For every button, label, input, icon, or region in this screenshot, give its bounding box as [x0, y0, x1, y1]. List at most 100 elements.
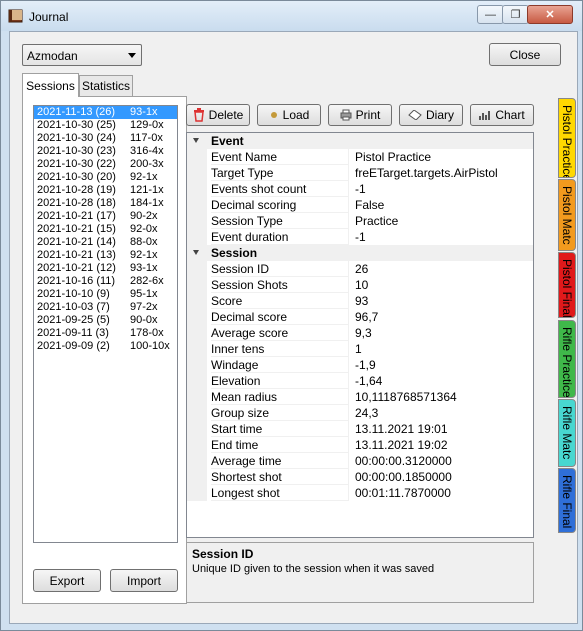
property-value[interactable]: freETarget.targets.AirPistol: [355, 165, 498, 181]
property-grid[interactable]: Event Event Name Pistol Practice Target Typ…: [186, 132, 534, 538]
property-value[interactable]: 96,7: [355, 309, 378, 325]
side-tab-label: Pistol Final: [560, 259, 574, 318]
player-select[interactable]: Azmodan: [22, 44, 142, 66]
property-row[interactable]: Session ID 26: [187, 261, 533, 277]
side-tab[interactable]: Pistol Final: [558, 252, 576, 318]
side-tab[interactable]: Rifle Matc: [558, 399, 576, 467]
session-list-item[interactable]: 2021-10-21 (15) 92-0x: [34, 223, 177, 236]
window-close-button[interactable]: ✕: [527, 5, 573, 24]
property-value[interactable]: -1,9: [355, 357, 376, 373]
property-value[interactable]: 10: [355, 277, 368, 293]
property-row[interactable]: Session Type Practice: [187, 213, 533, 229]
property-value[interactable]: 13.11.2021 19:02: [355, 437, 448, 453]
property-name: End time: [211, 437, 349, 453]
close-icon: ✕: [545, 9, 555, 21]
session-list-item[interactable]: 2021-10-28 (19) 121-1x: [34, 184, 177, 197]
property-row[interactable]: Decimal scoring False: [187, 197, 533, 213]
property-value[interactable]: -1: [355, 181, 366, 197]
property-row[interactable]: Events shot count -1: [187, 181, 533, 197]
property-value[interactable]: 26: [355, 261, 368, 277]
property-value[interactable]: 24,3: [355, 405, 378, 421]
session-list-item[interactable]: 2021-10-16 (11) 282-6x: [34, 275, 177, 288]
session-list[interactable]: 2021-11-13 (26) 93-1x 2021-10-30 (25) 129-0…: [33, 105, 178, 543]
session-list-item[interactable]: 2021-09-25 (5) 90-0x: [34, 314, 177, 327]
property-row[interactable]: Decimal score 96,7: [187, 309, 533, 325]
property-value[interactable]: 00:00:00.1850000: [355, 469, 452, 485]
session-list-item[interactable]: 2021-10-28 (18) 184-1x: [34, 197, 177, 210]
session-list-item[interactable]: 2021-10-03 (7) 97-2x: [34, 301, 177, 314]
tab-statistics[interactable]: Statistics: [79, 75, 133, 96]
property-gutter: [187, 197, 207, 213]
session-list-item[interactable]: 2021-10-30 (24) 117-0x: [34, 132, 177, 145]
diary-button[interactable]: Diary: [399, 104, 463, 126]
category-session[interactable]: Session: [187, 245, 533, 261]
property-row[interactable]: Average score 9,3: [187, 325, 533, 341]
property-row[interactable]: Windage -1,9: [187, 357, 533, 373]
session-list-item[interactable]: 2021-10-30 (20) 92-1x: [34, 171, 177, 184]
property-row[interactable]: End time 13.11.2021 19:02: [187, 437, 533, 453]
property-gutter: [187, 229, 207, 245]
tab-sessions[interactable]: Sessions: [22, 73, 79, 97]
chart-button[interactable]: Chart: [470, 104, 534, 126]
session-list-item[interactable]: 2021-10-21 (13) 92-1x: [34, 249, 177, 262]
session-list-item[interactable]: 2021-10-30 (23) 316-4x: [34, 145, 177, 158]
minimize-button[interactable]: —: [477, 5, 504, 24]
session-list-item[interactable]: 2021-09-09 (2) 100-10x: [34, 340, 177, 353]
session-list-item[interactable]: 2021-09-11 (3) 178-0x: [34, 327, 177, 340]
title-bar[interactable]: Journal — ❐ ✕: [1, 1, 582, 31]
property-value[interactable]: 00:00:00.3120000: [355, 453, 452, 469]
session-date: 2021-10-28 (18): [37, 197, 116, 209]
property-row[interactable]: Mean radius 10,1118768571364: [187, 389, 533, 405]
property-row[interactable]: Longest shot 00:01:11.7870000: [187, 485, 533, 501]
session-list-item[interactable]: 2021-10-21 (14) 88-0x: [34, 236, 177, 249]
session-list-item[interactable]: 2021-11-13 (26) 93-1x: [34, 106, 177, 119]
property-value[interactable]: -1: [355, 229, 366, 245]
property-row[interactable]: Event Name Pistol Practice: [187, 149, 533, 165]
import-button[interactable]: Import: [110, 569, 178, 592]
property-value[interactable]: 93: [355, 293, 368, 309]
export-button[interactable]: Export: [33, 569, 101, 592]
close-button[interactable]: Close: [489, 43, 561, 66]
property-row[interactable]: Score 93: [187, 293, 533, 309]
load-button[interactable]: Load: [257, 104, 321, 126]
property-value[interactable]: Practice: [355, 213, 398, 229]
property-row[interactable]: Elevation -1,64: [187, 373, 533, 389]
side-tab[interactable]: Pistol Matc: [558, 179, 576, 251]
property-value[interactable]: 1: [355, 341, 362, 357]
property-row[interactable]: Inner tens 1: [187, 341, 533, 357]
session-list-item[interactable]: 2021-10-21 (12) 93-1x: [34, 262, 177, 275]
session-list-item[interactable]: 2021-10-30 (25) 129-0x: [34, 119, 177, 132]
delete-button[interactable]: Delete: [186, 104, 250, 126]
property-value[interactable]: 9,3: [355, 325, 372, 341]
maximize-button[interactable]: ❐: [502, 5, 529, 24]
property-gutter: [187, 277, 207, 293]
property-row[interactable]: Start time 13.11.2021 19:01: [187, 421, 533, 437]
property-row[interactable]: Group size 24,3: [187, 405, 533, 421]
property-gutter: [187, 309, 207, 325]
property-value[interactable]: Pistol Practice: [355, 149, 431, 165]
side-tab[interactable]: Pistol Practice: [558, 98, 576, 178]
property-value[interactable]: False: [355, 197, 384, 213]
help-text: Unique ID given to the session when it w…: [192, 563, 435, 575]
session-date: 2021-10-21 (14): [37, 236, 116, 248]
property-row[interactable]: Shortest shot 00:00:00.1850000: [187, 469, 533, 485]
property-row[interactable]: Event duration -1: [187, 229, 533, 245]
property-value[interactable]: 00:01:11.7870000: [355, 485, 451, 501]
property-value[interactable]: 13.11.2021 19:01: [355, 421, 448, 437]
property-row[interactable]: Average time 00:00:00.3120000: [187, 453, 533, 469]
property-value[interactable]: 10,1118768571364: [355, 389, 457, 405]
category-event[interactable]: Event: [187, 133, 533, 149]
collapse-arrow-icon[interactable]: [193, 250, 199, 255]
collapse-arrow-icon[interactable]: [193, 138, 199, 143]
property-row[interactable]: Session Shots 10: [187, 277, 533, 293]
session-list-item[interactable]: 2021-10-10 (9) 95-1x: [34, 288, 177, 301]
session-list-item[interactable]: 2021-10-21 (17) 90-2x: [34, 210, 177, 223]
property-row[interactable]: Target Type freETarget.targets.AirPistol: [187, 165, 533, 181]
side-tab[interactable]: Rifle Final: [558, 468, 576, 533]
session-list-item[interactable]: 2021-10-30 (22) 200-3x: [34, 158, 177, 171]
property-value[interactable]: -1,64: [355, 373, 382, 389]
property-gutter: [187, 437, 207, 453]
print-button[interactable]: Print: [328, 104, 392, 126]
side-tab[interactable]: Rifle Practice: [558, 320, 576, 398]
property-gutter: [187, 373, 207, 389]
